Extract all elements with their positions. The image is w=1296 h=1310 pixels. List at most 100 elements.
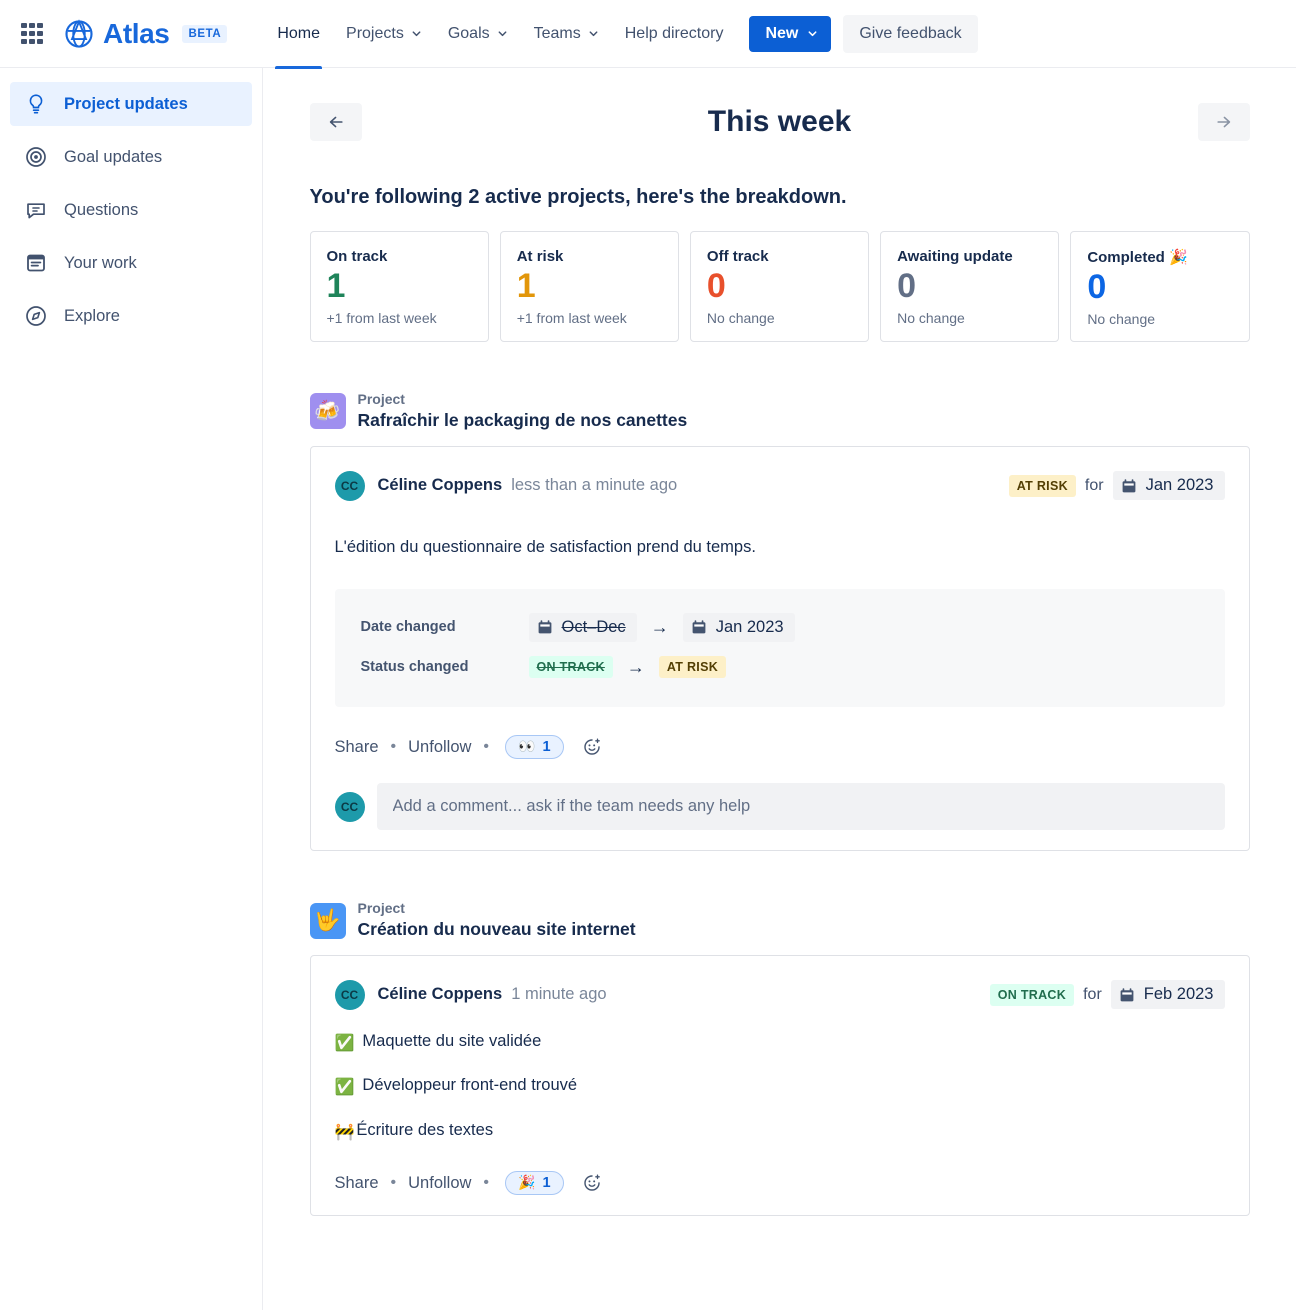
update-card: CC Céline Coppens less than a minute ago… (309, 445, 1250, 852)
nav-item-home[interactable]: Home (265, 17, 332, 69)
list-item: ✅ Développeur front-end trouvé (335, 1076, 1225, 1098)
atlas-brand[interactable]: Atlas BETA (64, 18, 228, 49)
speech-bubble-icon (27, 203, 45, 219)
next-week-button[interactable] (1197, 103, 1250, 141)
change-from-date-text: Oct–Dec (561, 617, 626, 636)
nav-label-help-directory: Help directory (624, 24, 724, 42)
update-changes-panel: Date changed Oct–Dec → Jan 2023 Status c… (334, 589, 1225, 708)
update-actions: Share • Unfollow • 🎉 1 (335, 1171, 1225, 1196)
reaction-count: 1 (542, 1175, 551, 1192)
stat-card-at-risk[interactable]: At risk 1 +1 from last week (499, 231, 679, 343)
construction-emoji: 🚧 (334, 1121, 355, 1141)
share-link[interactable]: Share (335, 738, 379, 757)
target-date-pill[interactable]: Jan 2023 (1112, 471, 1225, 501)
change-from-date-pill: Oct–Dec (528, 612, 637, 642)
action-separator: • (483, 1174, 490, 1192)
nav-item-projects[interactable]: Projects (334, 17, 434, 51)
project-kicker: Project (357, 900, 405, 917)
update-header: CC Céline Coppens 1 minute ago ON TRACK … (334, 979, 1225, 1010)
nav-item-teams[interactable]: Teams (522, 17, 611, 51)
update-author[interactable]: Céline Coppens (378, 985, 503, 1004)
sidebar-label-goal-updates: Goal updates (64, 147, 163, 166)
update-bullet-list: ✅ Maquette du site validée ✅ Développeur… (335, 1032, 1225, 1143)
document-list-icon (27, 254, 45, 272)
party-popper-emoji: 🎉 (518, 1175, 536, 1192)
comment-row: CC (334, 783, 1225, 831)
update-timestamp: 1 minute ago (511, 985, 607, 1004)
compass-icon (26, 306, 46, 326)
sidebar-item-questions[interactable]: Questions (10, 188, 252, 232)
avatar[interactable]: CC (334, 979, 365, 1010)
update-author[interactable]: Céline Coppens (378, 476, 503, 495)
unfollow-link[interactable]: Unfollow (408, 1174, 471, 1193)
stat-value: 0 (706, 267, 726, 305)
stat-value: 1 (326, 267, 346, 305)
nav-item-goals[interactable]: Goals (436, 17, 520, 51)
chevron-down-icon (412, 31, 421, 37)
sidebar-item-project-updates[interactable]: Project updates (10, 82, 252, 126)
sidebar-item-explore[interactable]: Explore (10, 294, 252, 338)
list-item-text: Maquette du site validée (362, 1031, 542, 1050)
stat-subtext: No change (897, 310, 965, 327)
for-label: for (1083, 985, 1102, 1003)
chevron-down-icon (589, 31, 598, 37)
primary-nav-links: Home Projects Goals Teams Help directory (265, 17, 736, 69)
sidebar-item-your-work[interactable]: Your work (10, 241, 252, 285)
new-button[interactable]: New (749, 15, 832, 52)
unfollow-link[interactable]: Unfollow (408, 738, 471, 757)
calendar-icon (692, 620, 706, 634)
stat-card-completed[interactable]: Completed 🎉 0 No change (1070, 231, 1250, 343)
previous-week-button[interactable] (309, 103, 362, 141)
project-block: 🍻 Project Rafraîchir le packaging de nos… (309, 390, 1250, 852)
nav-label-goals: Goals (447, 24, 490, 42)
add-reaction-smiley-icon[interactable] (582, 737, 602, 757)
project-name: Création du nouveau site internet (357, 919, 636, 940)
list-item: ✅ Maquette du site validée (335, 1032, 1225, 1054)
comment-avatar: CC (334, 791, 365, 822)
project-header[interactable]: 🍻 Project Rafraîchir le packaging de nos… (309, 390, 1250, 433)
share-link[interactable]: Share (335, 1174, 379, 1193)
avatar[interactable]: CC (334, 470, 365, 501)
change-to-date-text: Jan 2023 (715, 617, 784, 636)
action-separator: • (390, 738, 397, 756)
comment-input[interactable] (376, 783, 1225, 831)
status-summary-cards: On track 1 +1 from last week At risk 1 +… (309, 231, 1250, 343)
action-separator: • (390, 1174, 397, 1192)
nav-label-teams: Teams (533, 24, 581, 42)
project-kicker: Project (357, 391, 405, 408)
beta-badge: BETA (182, 24, 228, 43)
stat-card-on-track[interactable]: On track 1 +1 from last week (309, 231, 489, 343)
beer-mugs-emoji: 🍻 (309, 393, 346, 430)
stat-label: On track (326, 248, 388, 265)
top-navigation-bar: Atlas BETA Home Projects Goals Teams Hel… (0, 0, 1296, 69)
reaction-pill[interactable]: 🎉 1 (505, 1171, 564, 1196)
change-to-date-pill: Jan 2023 (682, 612, 795, 642)
change-arrow-icon: → (650, 617, 669, 638)
arrow-right-icon (1216, 116, 1230, 128)
status-badge: AT RISK (1008, 474, 1076, 497)
stat-card-awaiting-update[interactable]: Awaiting update 0 No change (880, 231, 1060, 343)
list-item-text: Écriture des textes (356, 1120, 494, 1139)
chevron-down-icon (498, 31, 507, 37)
update-card: CC Céline Coppens 1 minute ago ON TRACK … (309, 954, 1250, 1217)
give-feedback-button[interactable]: Give feedback (843, 14, 978, 53)
stat-value: 0 (897, 267, 917, 305)
add-reaction-smiley-icon[interactable] (582, 1173, 602, 1193)
page-title: This week (707, 105, 852, 138)
nav-item-help-directory[interactable]: Help directory (613, 17, 736, 51)
project-name: Rafraîchir le packaging de nos canettes (357, 409, 688, 430)
change-row-status: Status changed ON TRACK → AT RISK (361, 647, 1199, 687)
stat-card-off-track[interactable]: Off track 0 No change (689, 231, 870, 343)
update-timestamp: less than a minute ago (511, 476, 678, 495)
sidebar: Project updates Goal updates Questions Y… (0, 68, 263, 1310)
update-status-group: ON TRACK for Feb 2023 (989, 980, 1225, 1010)
grid-apps-icon[interactable] (18, 20, 46, 48)
status-badge: ON TRACK (989, 983, 1075, 1006)
sidebar-item-goal-updates[interactable]: Goal updates (10, 135, 252, 179)
project-header[interactable]: 🤟 Project Création du nouveau site inter… (309, 899, 1250, 942)
change-to-status-badge: AT RISK (658, 656, 727, 679)
stat-value: 1 (516, 267, 536, 305)
reaction-pill[interactable]: 👀 1 (505, 735, 564, 760)
target-date-pill[interactable]: Feb 2023 (1110, 980, 1225, 1010)
calendar-icon (1120, 988, 1134, 1002)
